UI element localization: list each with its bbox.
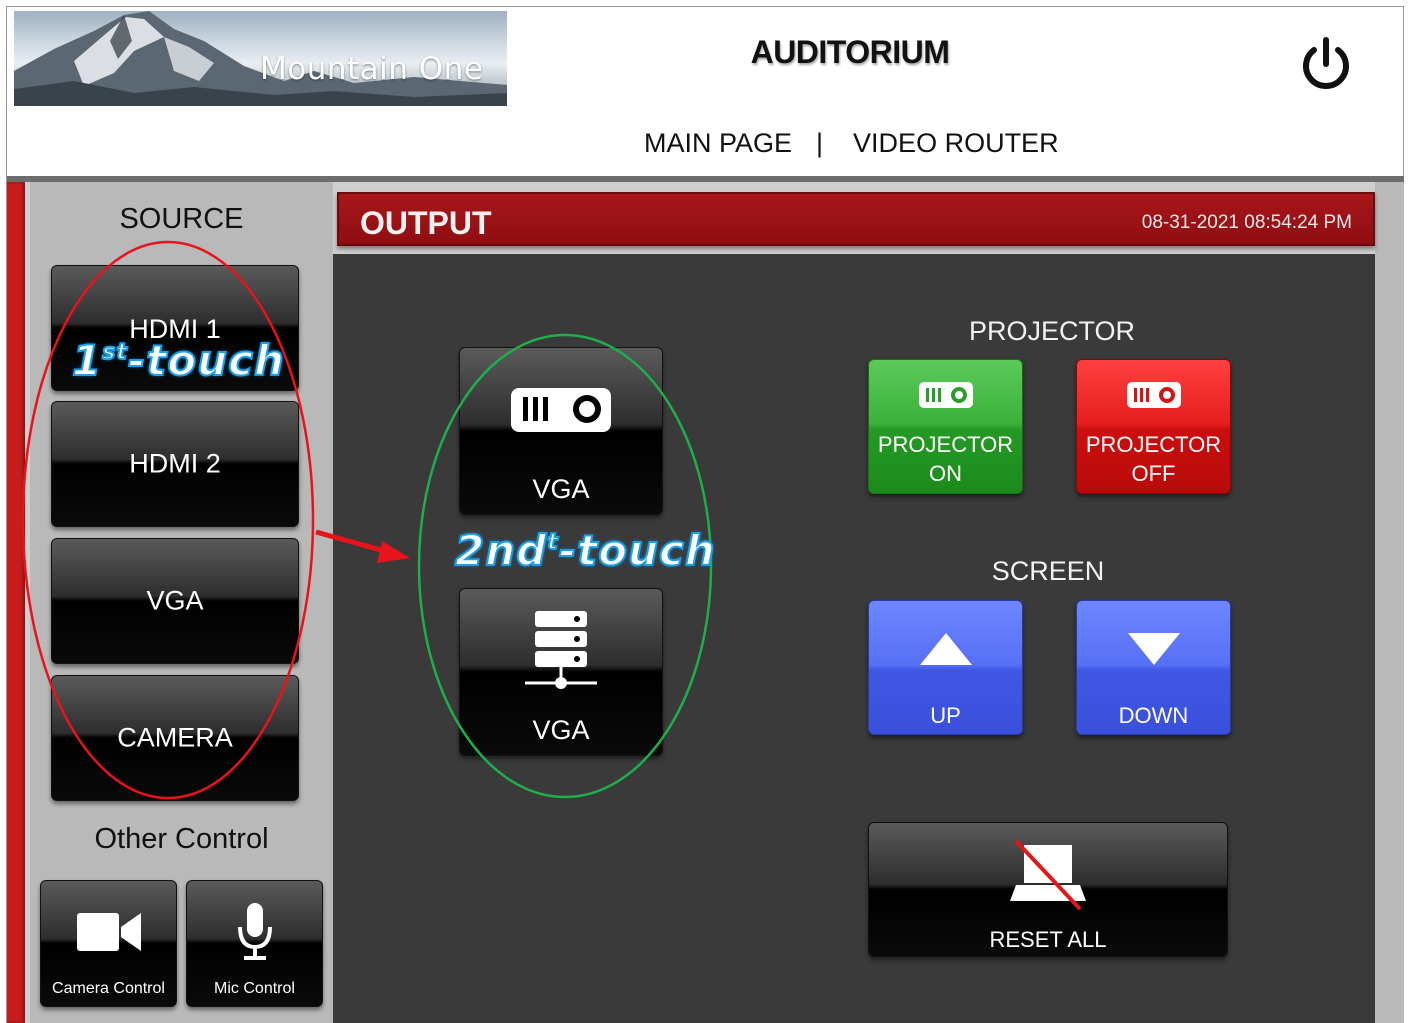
nav-main-page[interactable]: MAIN PAGE <box>644 128 792 159</box>
logo: Mountain One <box>14 11 507 106</box>
first-touch-rest: -touch <box>127 335 285 386</box>
server-icon <box>525 611 597 689</box>
first-touch-sup: st <box>101 339 128 366</box>
other-control-title: Other Control <box>94 823 269 855</box>
top-nav: MAIN PAGE | VIDEO ROUTER <box>600 128 1059 162</box>
second-touch-main: 2nd <box>454 525 548 576</box>
right-edge <box>1375 182 1404 1023</box>
second-touch-rest: -touch <box>558 525 716 576</box>
nav-video-router[interactable]: VIDEO ROUTER <box>853 128 1059 159</box>
output-projector-vga-button[interactable]: VGA <box>459 347 663 515</box>
source-label: CAMERA <box>117 722 233 753</box>
reset-all-button[interactable]: RESET ALL <box>868 822 1228 957</box>
output-label: VGA <box>532 715 590 745</box>
projector-icon <box>918 382 973 408</box>
nav-separator: | <box>816 128 824 158</box>
camera-control-label: Camera Control <box>52 980 165 997</box>
arrow-down-icon <box>1127 633 1180 665</box>
projector-on-label: PROJECTOR ON <box>869 430 1022 488</box>
page-title: AUDITORIUM <box>750 34 950 70</box>
logo-text: Mountain One <box>260 51 484 87</box>
projector-off-label: PROJECTOR OFF <box>1077 430 1230 488</box>
output-title: OUTPUT <box>360 205 492 241</box>
first-touch-annotation: 1st-touch <box>71 335 285 386</box>
mic-control-button[interactable]: Mic Control <box>186 880 323 1007</box>
second-touch-sup: t <box>546 529 559 556</box>
source-vga-button[interactable]: VGA <box>51 538 299 664</box>
projector-off-line2: OFF <box>1131 461 1176 486</box>
camera-control-button[interactable]: Camera Control <box>40 880 177 1007</box>
screen-up-button[interactable]: UP <box>868 600 1023 735</box>
projector-off-button[interactable]: PROJECTOR OFF <box>1076 359 1231 494</box>
first-touch-main: 1 <box>71 335 103 386</box>
projector-on-line2: ON <box>929 461 962 486</box>
source-hdmi2-button[interactable]: HDMI 2 <box>51 401 299 527</box>
power-button[interactable] <box>1296 36 1356 96</box>
output-server-vga-button[interactable]: VGA <box>459 588 663 756</box>
left-accent-strip <box>7 182 25 1023</box>
video-camera-icon <box>76 913 141 951</box>
screen-section-title: SCREEN <box>991 556 1105 586</box>
mic-control-label: Mic Control <box>214 980 295 997</box>
source-label: HDMI 2 <box>129 448 221 479</box>
projector-on-line1: PROJECTOR <box>877 432 1014 457</box>
projector-icon <box>511 388 611 432</box>
reset-all-label: RESET ALL <box>989 927 1107 952</box>
projector-off-line1: PROJECTOR <box>1085 432 1222 457</box>
second-touch-annotation: 2ndt-touch <box>454 525 716 576</box>
source-label: VGA <box>146 585 204 616</box>
datetime-display: 08-31-2021 08:54:24 PM <box>1141 212 1352 233</box>
source-title: SOURCE <box>119 203 244 235</box>
output-label: VGA <box>532 474 590 504</box>
arrow-up-icon <box>919 633 972 665</box>
screen-down-label: DOWN <box>1118 703 1189 728</box>
screen-down-button[interactable]: DOWN <box>1076 600 1231 735</box>
screen-up-label: UP <box>930 703 961 728</box>
power-icon <box>1303 37 1349 89</box>
projector-on-button[interactable]: PROJECTOR ON <box>868 359 1023 494</box>
source-camera-button[interactable]: CAMERA <box>51 675 299 801</box>
projector-icon <box>1126 382 1181 408</box>
microphone-icon <box>237 903 272 960</box>
projector-section-title: PROJECTOR <box>968 316 1136 346</box>
no-display-icon <box>1010 839 1086 911</box>
